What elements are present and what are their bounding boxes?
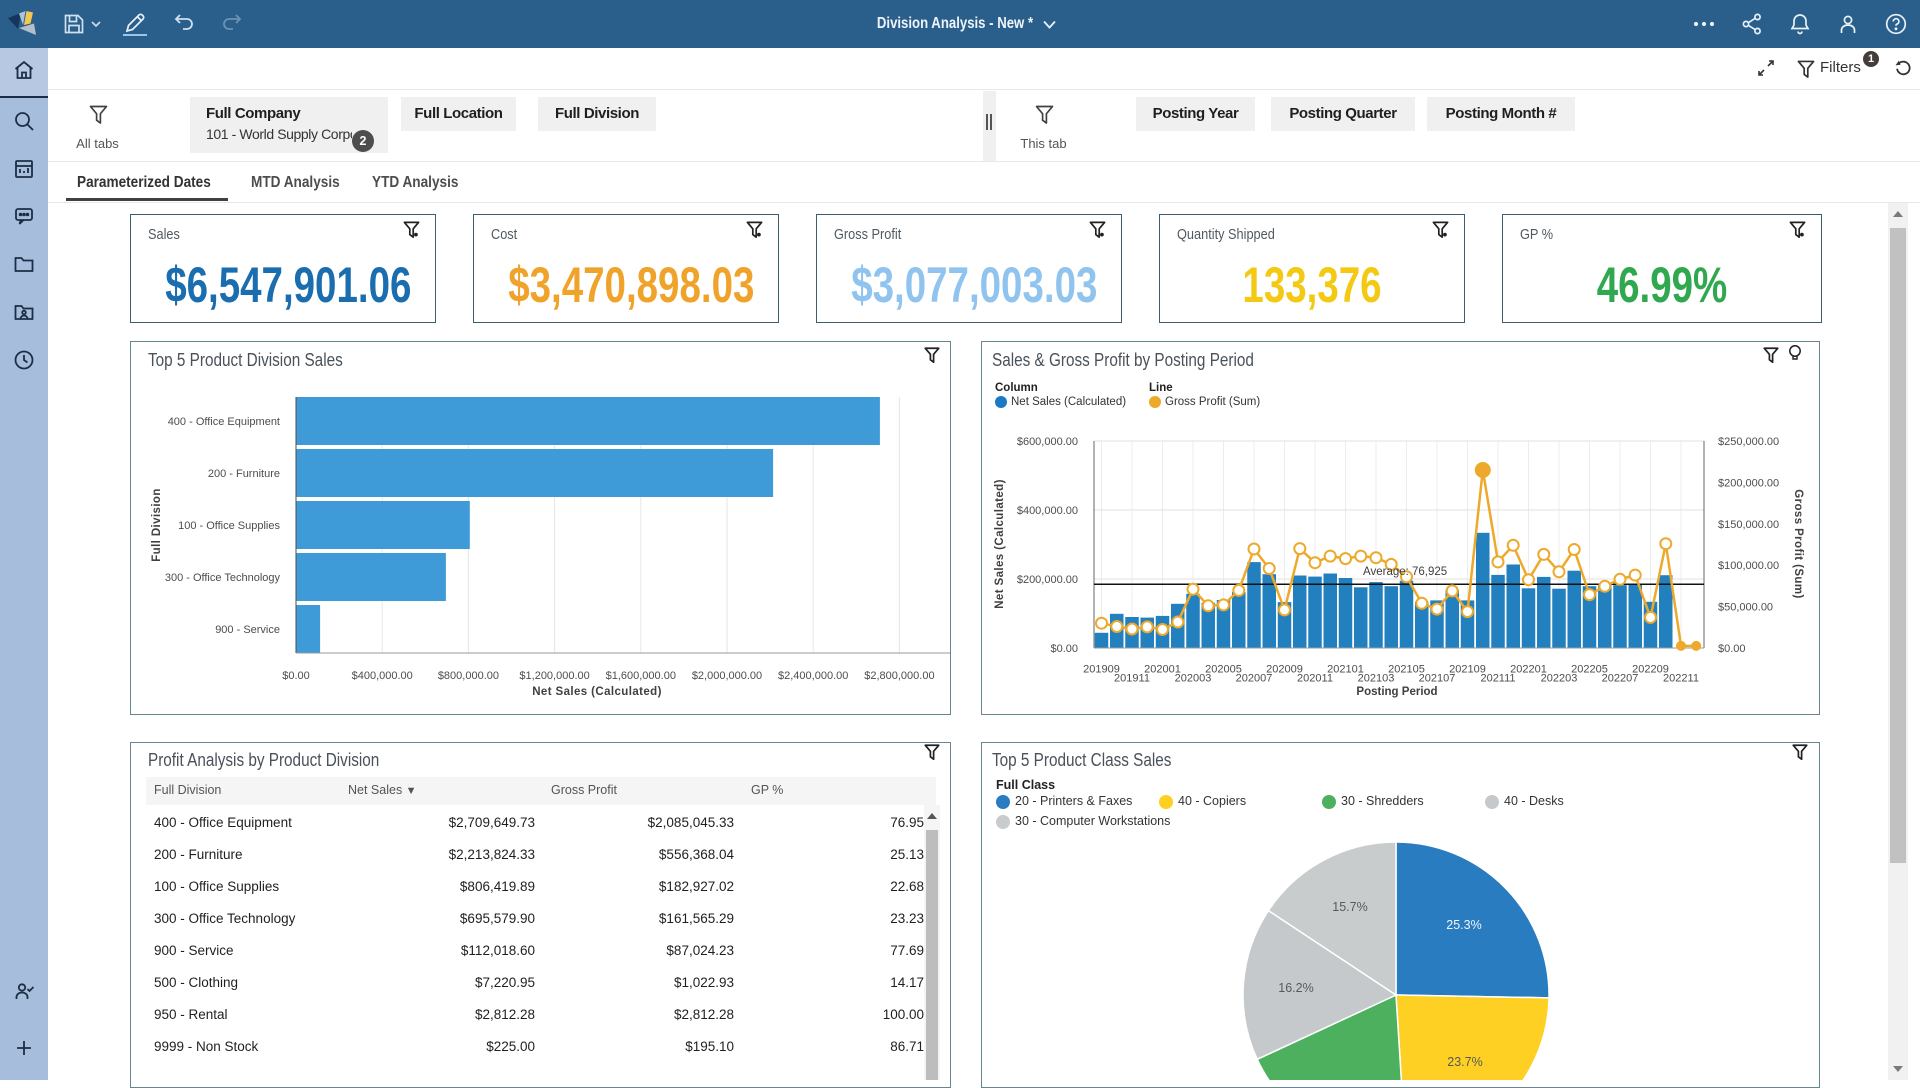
svg-text:$0.00: $0.00 — [282, 670, 310, 682]
svg-text:$400,000.00: $400,000.00 — [352, 670, 413, 682]
svg-text:15.7%: 15.7% — [1332, 900, 1367, 914]
svg-text:300 - Office Technology: 300 - Office Technology — [165, 572, 281, 584]
svg-text:Full Division: Full Division — [151, 488, 163, 562]
svg-text:$2,800,000.00: $2,800,000.00 — [864, 670, 934, 682]
svg-text:$1,600,000.00: $1,600,000.00 — [606, 670, 676, 682]
svg-text:$2,000,000.00: $2,000,000.00 — [692, 670, 762, 682]
svg-text:23.7%: 23.7% — [1447, 1055, 1482, 1069]
svg-text:$50,000.00: $50,000.00 — [1718, 602, 1773, 614]
svg-text:$100,000.00: $100,000.00 — [1718, 560, 1779, 572]
svg-text:$400,000.00: $400,000.00 — [1017, 505, 1078, 517]
svg-text:Average: 76,925: Average: 76,925 — [1363, 566, 1447, 578]
svg-text:200 - Furniture: 200 - Furniture — [208, 468, 280, 480]
svg-text:100 - Office Supplies: 100 - Office Supplies — [178, 520, 280, 532]
svg-text:$200,000.00: $200,000.00 — [1017, 574, 1078, 586]
svg-text:$1,200,000.00: $1,200,000.00 — [519, 670, 589, 682]
svg-text:Net Sales (Calculated): Net Sales (Calculated) — [994, 479, 1006, 609]
svg-text:Net Sales (Calculated): Net Sales (Calculated) — [532, 686, 662, 698]
svg-text:$0.00: $0.00 — [1718, 643, 1746, 655]
svg-text:16.2%: 16.2% — [1278, 981, 1313, 995]
svg-text:$800,000.00: $800,000.00 — [438, 670, 499, 682]
svg-text:25.3%: 25.3% — [1446, 918, 1481, 932]
svg-text:202211: 202211 — [1663, 673, 1699, 685]
svg-text:$2,400,000.00: $2,400,000.00 — [778, 670, 848, 682]
svg-text:$250,000.00: $250,000.00 — [1718, 436, 1779, 448]
svg-text:400 - Office Equipment: 400 - Office Equipment — [168, 416, 280, 428]
svg-text:$200,000.00: $200,000.00 — [1718, 477, 1779, 489]
svg-text:$600,000.00: $600,000.00 — [1017, 436, 1078, 448]
svg-text:Posting Period: Posting Period — [1356, 686, 1437, 698]
svg-text:900 - Service: 900 - Service — [215, 624, 280, 636]
svg-text:$150,000.00: $150,000.00 — [1718, 519, 1779, 531]
svg-text:$0.00: $0.00 — [1050, 643, 1078, 655]
svg-text:Gross Profit (Sum): Gross Profit (Sum) — [1792, 489, 1804, 598]
